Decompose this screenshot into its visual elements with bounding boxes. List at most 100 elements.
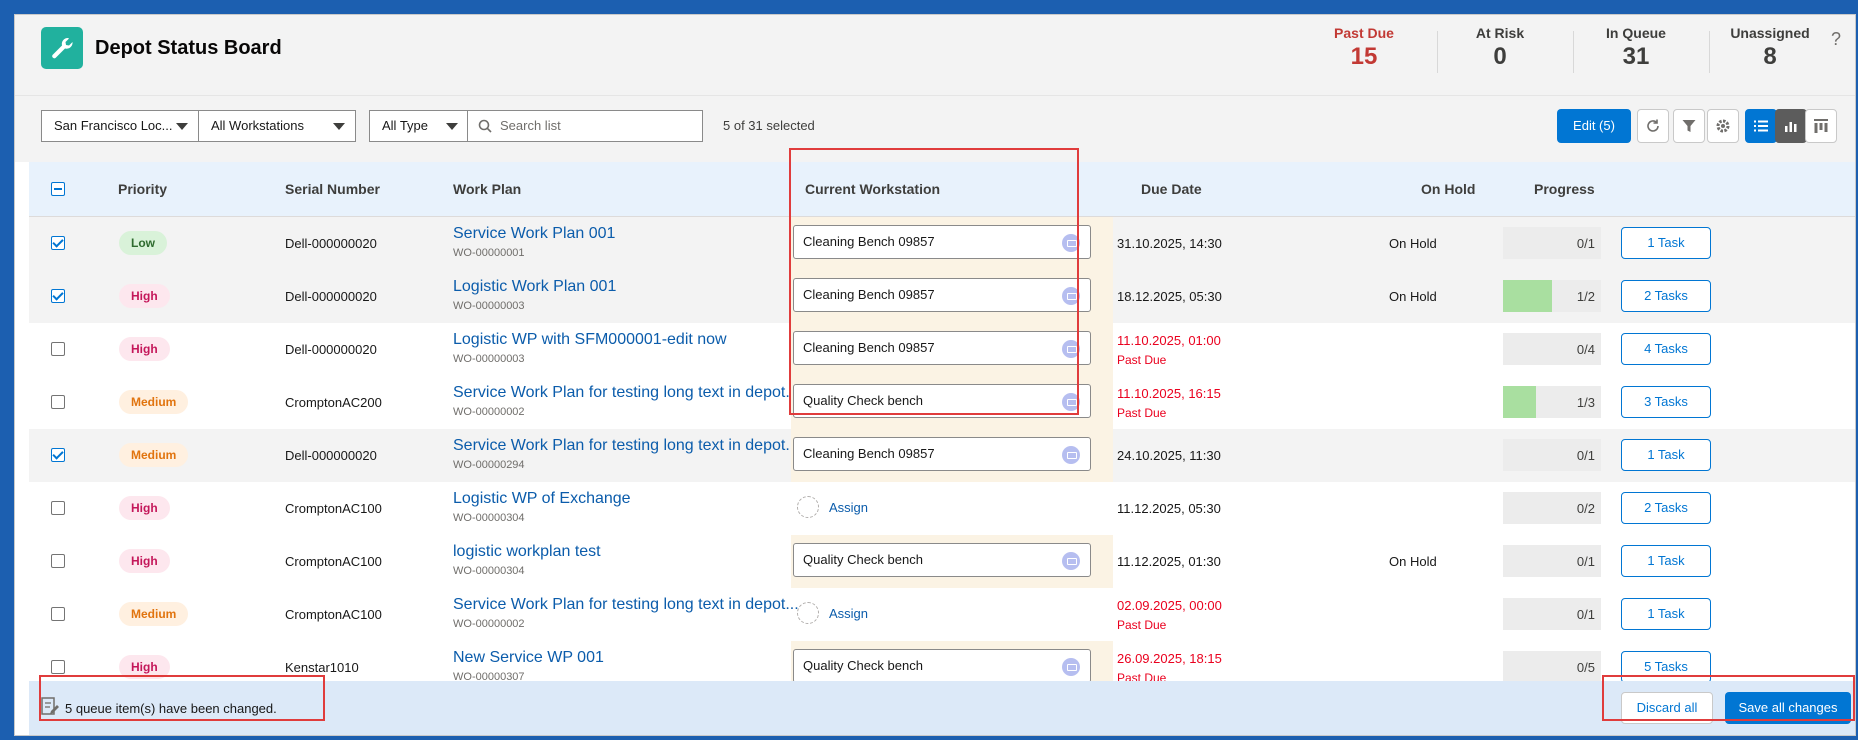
work-plan-link[interactable]: Service Work Plan for testing long text …: [453, 596, 799, 614]
filter-icon[interactable]: [1673, 109, 1705, 143]
workstation-field[interactable]: Cleaning Bench 09857: [793, 278, 1091, 312]
priority-badge: Low: [119, 231, 167, 255]
workstation-select[interactable]: All Workstations: [198, 110, 356, 142]
workstation-icon[interactable]: [1062, 446, 1080, 464]
column-current-workstation[interactable]: Current Workstation: [805, 181, 940, 197]
chevron-down-icon: [176, 123, 188, 130]
due-date: 11.12.2025, 05:30: [1117, 501, 1221, 516]
changes-message: 5 queue item(s) have been changed.: [65, 701, 277, 716]
kpi-label: In Queue: [1606, 25, 1666, 41]
row-checkbox[interactable]: [51, 554, 65, 568]
help-icon[interactable]: ?: [1831, 29, 1841, 50]
row-checkbox[interactable]: [51, 342, 65, 356]
discard-all-button[interactable]: Discard all: [1621, 692, 1713, 724]
work-order-number: WO-00000003: [453, 353, 525, 365]
due-date: 11.10.2025, 16:15: [1117, 386, 1221, 401]
workstation-icon[interactable]: [1062, 658, 1080, 676]
kanban-view-icon[interactable]: [1805, 109, 1837, 143]
workstation-icon[interactable]: [1062, 287, 1080, 305]
row-checkbox[interactable]: [51, 607, 65, 621]
work-plan-link[interactable]: Service Work Plan for testing long text …: [453, 384, 799, 402]
progress-text: 0/2: [1576, 501, 1595, 516]
kpi-unassigned[interactable]: Unassigned 8: [1703, 25, 1837, 71]
column-serial-number[interactable]: Serial Number: [285, 181, 380, 197]
priority-badge: High: [119, 549, 170, 573]
row-checkbox[interactable]: [51, 236, 65, 250]
tasks-button[interactable]: 1 Task: [1621, 227, 1711, 259]
table-row[interactable]: High Dell-000000020 Logistic WP with SFM…: [29, 323, 1855, 377]
tasks-button[interactable]: 5 Tasks: [1621, 651, 1711, 683]
table-row[interactable]: Medium CromptonAC200 Service Work Plan f…: [29, 376, 1855, 430]
column-priority[interactable]: Priority: [118, 181, 167, 197]
assign-link[interactable]: Assign: [829, 606, 868, 621]
workstation-field[interactable]: Cleaning Bench 09857: [793, 225, 1091, 259]
workstation-field[interactable]: Quality Check bench: [793, 384, 1091, 418]
work-plan-link[interactable]: Service Work Plan for testing long text …: [453, 437, 799, 455]
workstation-field[interactable]: Quality Check bench: [793, 649, 1091, 683]
list-view-icon[interactable]: [1745, 109, 1777, 143]
workstation-field[interactable]: Cleaning Bench 09857: [793, 437, 1091, 471]
settings-icon[interactable]: [1707, 109, 1739, 143]
work-plan-link[interactable]: Logistic Work Plan 001: [453, 278, 616, 296]
progress-bar: 0/4: [1503, 333, 1601, 365]
tasks-button[interactable]: 4 Tasks: [1621, 333, 1711, 365]
workstation-icon[interactable]: [1062, 552, 1080, 570]
search-input[interactable]: Search list: [467, 110, 703, 142]
progress-bar: 0/1: [1503, 439, 1601, 471]
table-row[interactable]: Medium Dell-000000020 Service Work Plan …: [29, 429, 1855, 483]
changes-footer: 5 queue item(s) have been changed. Disca…: [29, 681, 1855, 735]
work-plan-link[interactable]: Logistic WP of Exchange: [453, 490, 631, 508]
workstation-icon[interactable]: [1062, 340, 1080, 358]
serial-number: Dell-000000020: [285, 342, 377, 357]
on-hold-status: On Hold: [1389, 236, 1437, 251]
workstation-value: Quality Check bench: [803, 393, 923, 408]
workstation-field[interactable]: Cleaning Bench 09857: [793, 331, 1091, 365]
work-plan-link[interactable]: Service Work Plan 001: [453, 225, 615, 243]
kpi-past-due[interactable]: Past Due 15: [1297, 25, 1431, 71]
work-order-number: WO-00000304: [453, 565, 525, 577]
progress-bar: 0/1: [1503, 598, 1601, 630]
tasks-button[interactable]: 3 Tasks: [1621, 386, 1711, 418]
column-progress[interactable]: Progress: [1534, 181, 1595, 197]
work-plan-link[interactable]: logistic workplan test: [453, 543, 601, 561]
column-work-plan[interactable]: Work Plan: [453, 181, 521, 197]
workstation-icon[interactable]: [1062, 234, 1080, 252]
work-plan-link[interactable]: Logistic WP with SFM000001-edit now: [453, 331, 727, 349]
row-checkbox[interactable]: [51, 448, 65, 462]
kpi-in-queue[interactable]: In Queue 31: [1569, 25, 1703, 71]
table-row[interactable]: High CromptonAC100 Logistic WP of Exchan…: [29, 482, 1855, 536]
save-all-changes-button[interactable]: Save all changes: [1725, 692, 1851, 724]
select-all-checkbox[interactable]: [51, 182, 65, 196]
table-row[interactable]: High CromptonAC100 logistic workplan tes…: [29, 535, 1855, 589]
due-date: 31.10.2025, 14:30: [1117, 236, 1222, 251]
location-select[interactable]: San Francisco Loc...: [41, 110, 199, 142]
kpi-at-risk[interactable]: At Risk 0: [1433, 25, 1567, 71]
table-row[interactable]: High Dell-000000020 Logistic Work Plan 0…: [29, 270, 1855, 324]
tasks-button[interactable]: 1 Task: [1621, 598, 1711, 630]
workstation-field[interactable]: Quality Check bench: [793, 543, 1091, 577]
tasks-button[interactable]: 2 Tasks: [1621, 280, 1711, 312]
table-row[interactable]: Medium CromptonAC100 Service Work Plan f…: [29, 588, 1855, 642]
row-checkbox[interactable]: [51, 660, 65, 674]
edit-button[interactable]: Edit (5): [1557, 109, 1631, 143]
column-due-date[interactable]: Due Date: [1141, 181, 1202, 197]
tasks-button[interactable]: 1 Task: [1621, 545, 1711, 577]
assign-link[interactable]: Assign: [829, 500, 868, 515]
workstation-select-value: All Workstations: [211, 118, 304, 133]
workstation-icon[interactable]: [1062, 393, 1080, 411]
chart-view-icon[interactable]: [1775, 109, 1807, 143]
work-plan-link[interactable]: New Service WP 001: [453, 649, 604, 667]
row-checkbox[interactable]: [51, 501, 65, 515]
tasks-button[interactable]: 2 Tasks: [1621, 492, 1711, 524]
column-on-hold[interactable]: On Hold: [1421, 181, 1475, 197]
priority-badge: High: [119, 284, 170, 308]
row-checkbox[interactable]: [51, 395, 65, 409]
type-select[interactable]: All Type: [369, 110, 469, 142]
tasks-button[interactable]: 1 Task: [1621, 439, 1711, 471]
selection-count: 5 of 31 selected: [723, 118, 815, 133]
due-date: 11.12.2025, 01:30: [1117, 554, 1221, 569]
kpi-value: 31: [1622, 43, 1650, 70]
table-row[interactable]: Low Dell-000000020 Service Work Plan 001…: [29, 217, 1855, 271]
refresh-icon[interactable]: [1637, 109, 1669, 143]
row-checkbox[interactable]: [51, 289, 65, 303]
